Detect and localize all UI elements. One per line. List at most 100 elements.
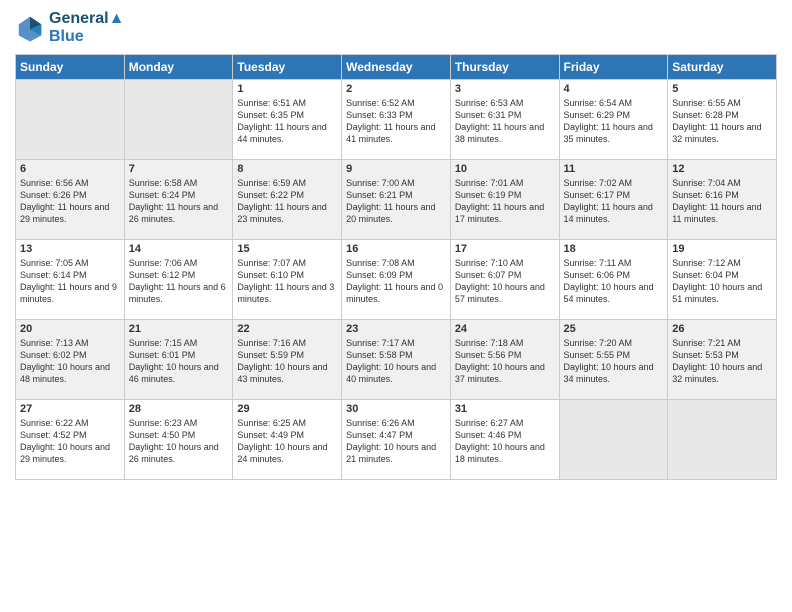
- calendar-cell: 30 Sunrise: 6:26 AMSunset: 4:47 PMDayligh…: [342, 400, 451, 480]
- calendar-cell: 13Sunrise: 7:05 AMSunset: 6:14 PMDayligh…: [16, 240, 125, 320]
- cell-content: Sunrise: 6:23 AMSunset: 4:50 PMDaylight:…: [129, 417, 229, 466]
- day-number: 28: [129, 403, 229, 415]
- day-number: 6: [20, 163, 120, 175]
- logo-icon: [15, 13, 45, 43]
- day-number: 15: [237, 243, 337, 255]
- cell-content: Sunrise: 6:51 AMSunset: 6:35 PMDaylight:…: [237, 97, 337, 146]
- col-saturday: Saturday: [668, 55, 777, 80]
- calendar-cell: 24 Sunrise: 7:18 AMSunset: 5:56 PMDayligh…: [450, 320, 559, 400]
- day-number: 21: [129, 323, 229, 335]
- day-number: 5: [672, 83, 772, 95]
- col-wednesday: Wednesday: [342, 55, 451, 80]
- calendar-cell: 3 Sunrise: 6:53 AMSunset: 6:31 PMDaylight…: [450, 80, 559, 160]
- cell-content: Sunrise: 6:55 AMSunset: 6:28 PMDaylight:…: [672, 97, 772, 146]
- header: General▲ Blue: [15, 10, 777, 46]
- day-number: 10: [455, 163, 555, 175]
- cell-content: Sunrise: 7:01 AMSunset: 6:19 PMDaylight:…: [455, 177, 555, 226]
- calendar-cell: 1 Sunrise: 6:51 AMSunset: 6:35 PMDaylight…: [233, 80, 342, 160]
- calendar-cell: 2Sunrise: 6:52 AMSunset: 6:33 PMDaylight…: [342, 80, 451, 160]
- calendar-cell: 12 Sunrise: 7:04 AMSunset: 6:16 PMDayligh…: [668, 160, 777, 240]
- cell-content: Sunrise: 6:54 AMSunset: 6:29 PMDaylight:…: [564, 97, 664, 146]
- calendar-cell: [16, 80, 125, 160]
- day-number: 18: [564, 243, 664, 255]
- calendar-cell: 6 Sunrise: 6:56 AMSunset: 6:26 PMDaylight…: [16, 160, 125, 240]
- calendar-cell: 11 Sunrise: 7:02 AMSunset: 6:17 PMDayligh…: [559, 160, 668, 240]
- day-number: 19: [672, 243, 772, 255]
- calendar-cell: 5 Sunrise: 6:55 AMSunset: 6:28 PMDaylight…: [668, 80, 777, 160]
- calendar-cell: 18 Sunrise: 7:11 AMSunset: 6:06 PMDayligh…: [559, 240, 668, 320]
- cell-content: Sunrise: 7:04 AMSunset: 6:16 PMDaylight:…: [672, 177, 772, 226]
- logo-text: General▲ Blue: [49, 10, 124, 46]
- calendar-cell: 22Sunrise: 7:16 AMSunset: 5:59 PMDayligh…: [233, 320, 342, 400]
- cell-content: Sunrise: 6:22 AMSunset: 4:52 PMDaylight:…: [20, 417, 120, 466]
- calendar-cell: 9 Sunrise: 7:00 AMSunset: 6:21 PMDaylight…: [342, 160, 451, 240]
- calendar-cell: 25 Sunrise: 7:20 AMSunset: 5:55 PMDayligh…: [559, 320, 668, 400]
- day-number: 9: [346, 163, 446, 175]
- col-sunday: Sunday: [16, 55, 125, 80]
- day-number: 26: [672, 323, 772, 335]
- week-row-3: 13Sunrise: 7:05 AMSunset: 6:14 PMDayligh…: [16, 240, 777, 320]
- day-number: 14: [129, 243, 229, 255]
- day-number: 29: [237, 403, 337, 415]
- calendar-cell: 28 Sunrise: 6:23 AMSunset: 4:50 PMDayligh…: [124, 400, 233, 480]
- calendar-cell: 26 Sunrise: 7:21 AMSunset: 5:53 PMDayligh…: [668, 320, 777, 400]
- day-number: 17: [455, 243, 555, 255]
- week-row-1: 1 Sunrise: 6:51 AMSunset: 6:35 PMDaylight…: [16, 80, 777, 160]
- day-number: 1: [237, 83, 337, 95]
- week-row-4: 20 Sunrise: 7:13 AMSunset: 6:02 PMDayligh…: [16, 320, 777, 400]
- day-number: 24: [455, 323, 555, 335]
- cell-content: Sunrise: 6:53 AMSunset: 6:31 PMDaylight:…: [455, 97, 555, 146]
- col-monday: Monday: [124, 55, 233, 80]
- cell-content: Sunrise: 6:25 AMSunset: 4:49 PMDaylight:…: [237, 417, 337, 466]
- cell-content: Sunrise: 7:13 AMSunset: 6:02 PMDaylight:…: [20, 337, 120, 386]
- cell-content: Sunrise: 7:05 AMSunset: 6:14 PMDaylight:…: [20, 257, 120, 306]
- day-number: 30: [346, 403, 446, 415]
- page: General▲ Blue Sunday Monday Tuesday Wedn…: [0, 0, 792, 612]
- week-row-2: 6 Sunrise: 6:56 AMSunset: 6:26 PMDaylight…: [16, 160, 777, 240]
- cell-content: Sunrise: 7:02 AMSunset: 6:17 PMDaylight:…: [564, 177, 664, 226]
- calendar-cell: 10 Sunrise: 7:01 AMSunset: 6:19 PMDayligh…: [450, 160, 559, 240]
- day-number: 3: [455, 83, 555, 95]
- cell-content: Sunrise: 7:18 AMSunset: 5:56 PMDaylight:…: [455, 337, 555, 386]
- calendar-cell: 14 Sunrise: 7:06 AMSunset: 6:12 PMDayligh…: [124, 240, 233, 320]
- cell-content: Sunrise: 7:16 AMSunset: 5:59 PMDaylight:…: [237, 337, 337, 386]
- calendar-cell: 29 Sunrise: 6:25 AMSunset: 4:49 PMDayligh…: [233, 400, 342, 480]
- calendar-cell: 8 Sunrise: 6:59 AMSunset: 6:22 PMDaylight…: [233, 160, 342, 240]
- cell-content: Sunrise: 7:11 AMSunset: 6:06 PMDaylight:…: [564, 257, 664, 306]
- calendar-cell: 19 Sunrise: 7:12 AMSunset: 6:04 PMDayligh…: [668, 240, 777, 320]
- calendar-cell: 17Sunrise: 7:10 AMSunset: 6:07 PMDayligh…: [450, 240, 559, 320]
- cell-content: Sunrise: 6:56 AMSunset: 6:26 PMDaylight:…: [20, 177, 120, 226]
- cell-content: Sunrise: 6:59 AMSunset: 6:22 PMDaylight:…: [237, 177, 337, 226]
- calendar-cell: 31Sunrise: 6:27 AMSunset: 4:46 PMDayligh…: [450, 400, 559, 480]
- day-number: 7: [129, 163, 229, 175]
- cell-content: Sunrise: 7:12 AMSunset: 6:04 PMDaylight:…: [672, 257, 772, 306]
- col-thursday: Thursday: [450, 55, 559, 80]
- day-number: 25: [564, 323, 664, 335]
- cell-content: Sunrise: 7:06 AMSunset: 6:12 PMDaylight:…: [129, 257, 229, 306]
- header-row: Sunday Monday Tuesday Wednesday Thursday…: [16, 55, 777, 80]
- cell-content: Sunrise: 7:20 AMSunset: 5:55 PMDaylight:…: [564, 337, 664, 386]
- calendar-cell: 23Sunrise: 7:17 AMSunset: 5:58 PMDayligh…: [342, 320, 451, 400]
- calendar-cell: [559, 400, 668, 480]
- day-number: 12: [672, 163, 772, 175]
- calendar-table: Sunday Monday Tuesday Wednesday Thursday…: [15, 54, 777, 480]
- calendar-cell: 16 Sunrise: 7:08 AMSunset: 6:09 PMDayligh…: [342, 240, 451, 320]
- cell-content: Sunrise: 7:08 AMSunset: 6:09 PMDaylight:…: [346, 257, 446, 306]
- calendar-cell: [124, 80, 233, 160]
- day-number: 20: [20, 323, 120, 335]
- day-number: 11: [564, 163, 664, 175]
- calendar-cell: 4 Sunrise: 6:54 AMSunset: 6:29 PMDaylight…: [559, 80, 668, 160]
- cell-content: Sunrise: 7:21 AMSunset: 5:53 PMDaylight:…: [672, 337, 772, 386]
- logo: General▲ Blue: [15, 10, 124, 46]
- week-row-5: 27Sunrise: 6:22 AMSunset: 4:52 PMDayligh…: [16, 400, 777, 480]
- calendar-cell: 15 Sunrise: 7:07 AMSunset: 6:10 PMDayligh…: [233, 240, 342, 320]
- cell-content: Sunrise: 6:52 AMSunset: 6:33 PMDaylight:…: [346, 97, 446, 146]
- cell-content: Sunrise: 6:26 AMSunset: 4:47 PMDaylight:…: [346, 417, 446, 466]
- cell-content: Sunrise: 7:07 AMSunset: 6:10 PMDaylight:…: [237, 257, 337, 306]
- day-number: 4: [564, 83, 664, 95]
- day-number: 16: [346, 243, 446, 255]
- col-tuesday: Tuesday: [233, 55, 342, 80]
- cell-content: Sunrise: 7:00 AMSunset: 6:21 PMDaylight:…: [346, 177, 446, 226]
- day-number: 8: [237, 163, 337, 175]
- cell-content: Sunrise: 6:27 AMSunset: 4:46 PMDaylight:…: [455, 417, 555, 466]
